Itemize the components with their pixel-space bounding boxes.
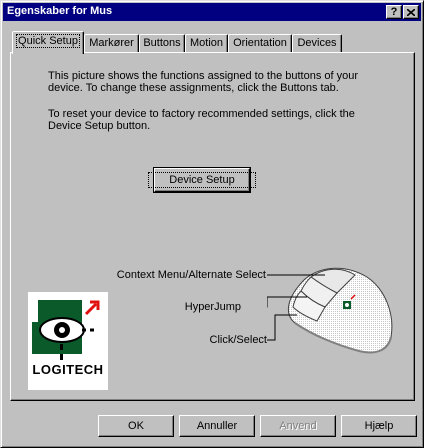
device-setup-button[interactable]: Device Setup: [148, 167, 256, 193]
help-label: Hjælp: [364, 420, 394, 432]
help-icon: ?: [390, 5, 398, 18]
quick-setup-panel: This picture shows the functions assigne…: [10, 52, 415, 401]
tab-label: Quick Setup: [16, 34, 80, 48]
tab-orientation[interactable]: Orientation: [228, 34, 292, 52]
ok-label: OK: [128, 420, 144, 432]
close-button[interactable]: [403, 5, 419, 19]
tab-buttons[interactable]: Buttons: [139, 34, 185, 52]
click-select-label: Click/Select: [209, 334, 267, 346]
close-icon: [407, 8, 415, 16]
logitech-logo: LOGITECH: [28, 292, 108, 390]
title-bar[interactable]: Egenskaber for Mus ?: [3, 3, 421, 21]
mouse-diagram: [267, 267, 393, 354]
tab-label: Markører: [89, 37, 134, 49]
tab-motion[interactable]: Motion: [185, 34, 228, 52]
tab-quick-setup[interactable]: Quick Setup: [12, 31, 84, 54]
tab-label: Devices: [297, 37, 337, 49]
tab-label: Buttons: [143, 37, 181, 49]
tab-devices[interactable]: Devices: [292, 34, 342, 52]
apply-label: Anvend: [279, 420, 317, 432]
tab-label: Orientation: [233, 37, 287, 49]
logitech-eye-icon: [32, 300, 100, 360]
logo-text: LOGITECH: [32, 362, 104, 377]
tab-label: Motion: [189, 37, 224, 49]
window-title: Egenskaber for Mus: [7, 5, 113, 17]
device-setup-label: Device Setup: [148, 172, 256, 188]
help-title-button[interactable]: ?: [386, 5, 402, 19]
context-menu-label: Context Menu/Alternate Select: [116, 269, 266, 281]
hyperjump-label: HyperJump: [184, 301, 241, 313]
cancel-label: Annuller: [196, 420, 238, 432]
intro-text: This picture shows the functions assigne…: [48, 70, 359, 94]
properties-dialog: Egenskaber for Mus ? Quick Setup Markøre…: [0, 0, 424, 448]
cancel-button[interactable]: Annuller: [179, 415, 255, 437]
reset-text: To reset your device to factory recommen…: [48, 108, 355, 132]
apply-button[interactable]: Anvend: [260, 415, 336, 437]
tab-markorer[interactable]: Markører: [84, 34, 139, 52]
ok-button[interactable]: OK: [98, 415, 174, 437]
help-button[interactable]: Hjælp: [341, 415, 417, 437]
